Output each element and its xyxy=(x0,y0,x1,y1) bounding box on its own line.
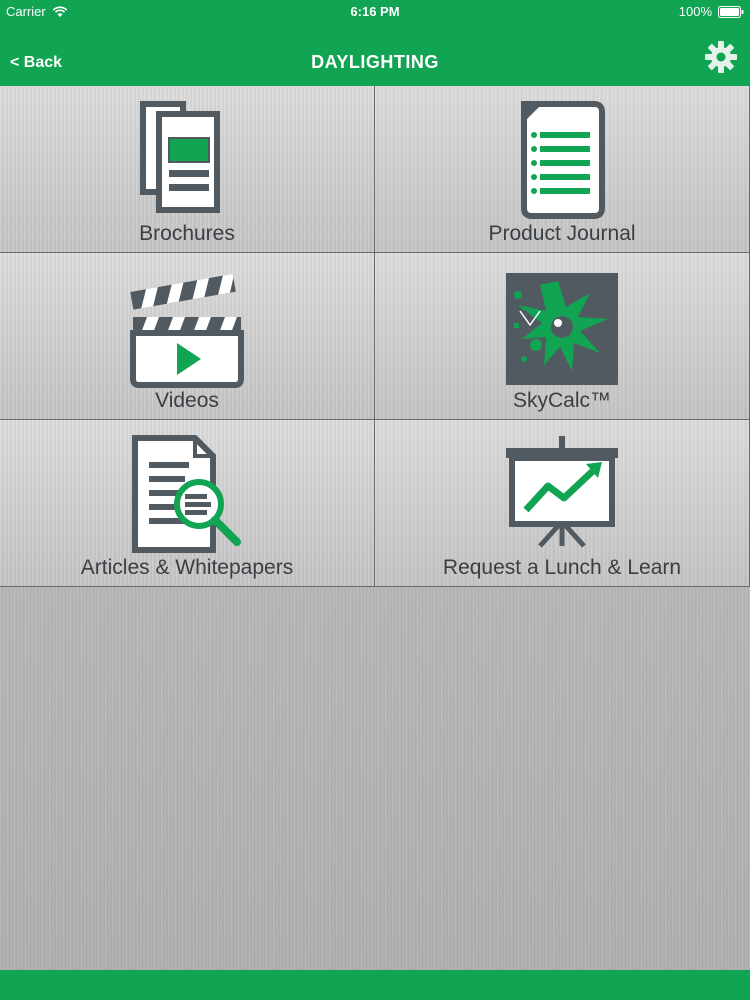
tile-label: SkyCalc™ xyxy=(512,389,612,412)
skycalc-logo-icon xyxy=(506,273,618,385)
tile-brochures[interactable]: Brochures xyxy=(0,86,375,253)
status-bar: Carrier 6:16 PM 100% xyxy=(0,0,750,22)
document-list-icon xyxy=(521,101,605,219)
tile-label: Product Journal xyxy=(488,222,636,245)
tile-label: Brochures xyxy=(139,222,235,245)
tile-videos[interactable]: Videos xyxy=(0,253,375,420)
battery-percent: 100% xyxy=(678,4,712,19)
gear-icon xyxy=(705,41,737,73)
status-time: 6:16 PM xyxy=(350,4,400,19)
settings-button[interactable] xyxy=(704,40,738,74)
battery-icon xyxy=(718,5,744,18)
tile-skycalc[interactable]: SkyCalc™ xyxy=(375,253,750,420)
status-right: 100% xyxy=(679,4,744,19)
navigation-bar: < Back DAYLIGHTING xyxy=(0,22,750,86)
tile-label: Videos xyxy=(155,389,219,412)
tile-articles-whitepapers[interactable]: Articles & Whitepapers xyxy=(0,420,375,587)
page-title: DAYLIGHTING xyxy=(311,52,439,72)
presentation-chart-icon xyxy=(506,436,618,548)
clapperboard-icon xyxy=(130,273,244,388)
tile-label: Request a Lunch & Learn xyxy=(442,556,682,579)
menu-grid: Brochures Product Journal Videos SkyCalc… xyxy=(0,86,750,588)
tile-product-journal[interactable]: Product Journal xyxy=(375,86,750,253)
tile-request-lunch-learn[interactable]: Request a Lunch & Learn xyxy=(375,420,750,587)
brochure-icon xyxy=(140,101,220,213)
bottom-bar xyxy=(0,970,750,1000)
tile-label: Articles & Whitepapers xyxy=(80,556,294,579)
document-search-icon xyxy=(132,435,241,553)
